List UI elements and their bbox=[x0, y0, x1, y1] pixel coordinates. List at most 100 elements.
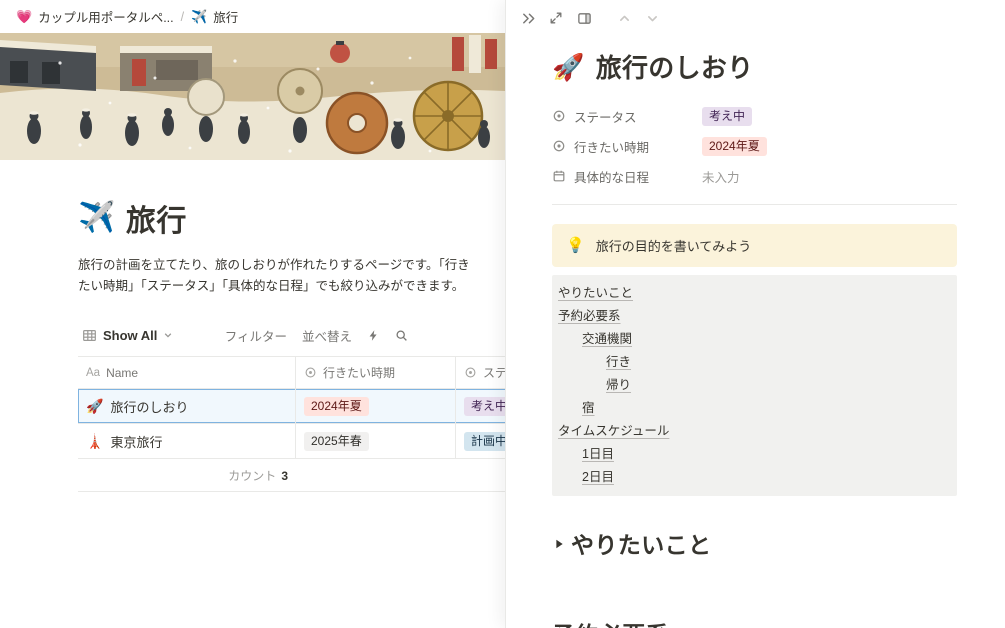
property-value-period[interactable]: 2024年夏 bbox=[702, 136, 767, 156]
property-label: ステータス bbox=[574, 110, 637, 125]
status-property-icon bbox=[552, 109, 566, 123]
cover-image[interactable] bbox=[0, 33, 505, 160]
toc-item: 交通機関 bbox=[558, 328, 951, 351]
tokyo-tower-icon: 🗼 bbox=[86, 433, 104, 449]
filter-button[interactable]: フィルター bbox=[225, 326, 287, 345]
callout-block[interactable]: 💡 旅行の目的を書いてみよう bbox=[552, 224, 957, 267]
table-row-shiori[interactable]: 🚀 旅行のしおり 2024年夏 考え中 bbox=[78, 389, 505, 424]
toc-item: 行き bbox=[558, 351, 951, 374]
table-of-contents: やりたいこと 予約必要系 交通機関 行き 帰り 宿 タイムスケジュール 1日目 … bbox=[552, 275, 957, 496]
property-label: 具体的な日程 bbox=[574, 170, 650, 185]
toc-link-yoyaku[interactable]: 予約必要系 bbox=[558, 309, 621, 323]
column-header-status[interactable]: ステータス bbox=[456, 357, 505, 388]
toc-link-yado[interactable]: 宿 bbox=[582, 401, 595, 415]
database-toolbar: Show All フィルター 並べ替え bbox=[78, 319, 408, 351]
breadcrumb-portal-label: カップル用ポータルペ... bbox=[38, 11, 174, 25]
toggle-triangle-icon[interactable] bbox=[552, 537, 566, 551]
page-title-text: 旅行 bbox=[125, 205, 187, 238]
toc-link-day2[interactable]: 2日目 bbox=[582, 470, 614, 484]
breadcrumb: 💗 カップル用ポータルペ... / ✈️ 旅行 bbox=[0, 0, 505, 33]
property-value-status[interactable]: 考え中 bbox=[702, 106, 753, 126]
view-tab-label: Show All bbox=[103, 327, 158, 343]
text-property-icon: Aa bbox=[86, 366, 101, 379]
cell-status[interactable]: 考え中 bbox=[456, 389, 505, 423]
view-tab-show-all[interactable]: Show All bbox=[78, 325, 177, 346]
table-footer: カウント 3 bbox=[78, 459, 505, 492]
main-content: ✈️ 旅行 旅行の計画を立てたり、旅のしおりが作れたりするページです。「行きたい… bbox=[0, 196, 505, 492]
toc-item: タイムスケジュール bbox=[558, 420, 951, 443]
toc-link-schedule[interactable]: タイムスケジュール bbox=[558, 424, 669, 438]
previous-record-icon[interactable] bbox=[611, 5, 637, 31]
tag-considering: 考え中 bbox=[702, 106, 753, 126]
table-view-icon bbox=[82, 328, 97, 343]
callout-text: 旅行の目的を書いてみよう bbox=[595, 239, 752, 254]
property-key-status[interactable]: ステータス bbox=[552, 107, 702, 126]
peek-page-title: 🚀 旅行のしおり bbox=[552, 48, 957, 85]
cell-status[interactable]: 計画中 bbox=[456, 424, 505, 458]
next-record-icon[interactable] bbox=[639, 5, 665, 31]
heading-yaritai-text: やりたいこと bbox=[571, 532, 712, 558]
side-peek-layout-icon[interactable] bbox=[571, 5, 597, 31]
breadcrumb-travel-label: 旅行 bbox=[213, 11, 239, 25]
ukiyoe-snow-scene-illustration bbox=[0, 33, 505, 160]
cell-name[interactable]: 🚀 旅行のしおり bbox=[78, 389, 296, 423]
app-window: 💗 カップル用ポータルペ... / ✈️ 旅行 ✈️ 旅行 旅行の計画を立てたり… bbox=[0, 0, 1005, 628]
status-property-icon bbox=[464, 366, 477, 379]
toc-item: 2日目 bbox=[558, 466, 951, 489]
search-icon[interactable] bbox=[395, 329, 408, 342]
property-key-date[interactable]: 具体的な日程 bbox=[552, 167, 702, 186]
property-key-period[interactable]: 行きたい時期 bbox=[552, 137, 702, 156]
breadcrumb-item-travel[interactable]: ✈️ 旅行 bbox=[185, 4, 244, 29]
tag-2024-summer: 2024年夏 bbox=[304, 396, 369, 416]
column-header-period[interactable]: 行きたい時期 bbox=[296, 357, 456, 388]
row-count[interactable]: カウント 3 bbox=[78, 467, 296, 484]
page-link[interactable]: 東京旅行 bbox=[110, 432, 162, 451]
table-row-tokyo[interactable]: 🗼 東京旅行 2025年春 計画中 bbox=[78, 424, 505, 459]
property-row-date: 具体的な日程 未入力 bbox=[552, 161, 957, 191]
cell-period[interactable]: 2025年春 bbox=[296, 424, 456, 458]
property-value-date-empty[interactable]: 未入力 bbox=[702, 167, 740, 186]
peek-body: 🚀 旅行のしおり ステータス 考え中 行きたい時期 2024年夏 具体的な日程 … bbox=[506, 36, 1005, 628]
airplane-page-icon[interactable]: ✈️ bbox=[78, 203, 116, 233]
property-list: ステータス 考え中 行きたい時期 2024年夏 具体的な日程 未入力 bbox=[552, 101, 957, 191]
side-peek-panel: 🚀 旅行のしおり ステータス 考え中 行きたい時期 2024年夏 具体的な日程 … bbox=[505, 0, 1005, 628]
lightbulb-icon: 💡 bbox=[566, 237, 585, 254]
peek-toolbar bbox=[506, 0, 1005, 36]
select-property-icon bbox=[552, 139, 566, 153]
date-property-icon bbox=[552, 169, 566, 183]
cell-period[interactable]: 2024年夏 bbox=[296, 389, 456, 423]
toc-link-day1[interactable]: 1日目 bbox=[582, 447, 614, 461]
property-row-status: ステータス 考え中 bbox=[552, 101, 957, 131]
peek-page-title-text[interactable]: 旅行のしおり bbox=[596, 48, 754, 85]
column-header-name-label: Name bbox=[106, 365, 139, 380]
page-description: 旅行の計画を立てたり、旅のしおりが作れたりするページです。「行きたい時期」「ステ… bbox=[78, 258, 470, 293]
heading-yoyaku: 予約必要系 bbox=[552, 616, 957, 628]
column-header-name[interactable]: Aa Name bbox=[78, 357, 296, 388]
rocket-icon: 🚀 bbox=[86, 398, 104, 414]
database-table: Aa Name 行きたい時期 ステータス bbox=[78, 356, 505, 492]
page-title: ✈️ 旅行 bbox=[78, 196, 505, 240]
toc-link-kaeri[interactable]: 帰り bbox=[606, 378, 631, 392]
property-label: 行きたい時期 bbox=[574, 140, 650, 155]
tag-considering: 考え中 bbox=[464, 396, 505, 416]
tag-planning: 計画中 bbox=[464, 431, 505, 451]
close-peek-icon[interactable] bbox=[515, 5, 541, 31]
select-property-icon bbox=[304, 366, 317, 379]
page-link[interactable]: 旅行のしおり bbox=[110, 397, 188, 416]
cell-name[interactable]: 🗼 東京旅行 bbox=[78, 424, 296, 458]
rocket-page-icon[interactable]: 🚀 bbox=[552, 54, 585, 80]
breadcrumb-item-portal[interactable]: 💗 カップル用ポータルペ... bbox=[10, 4, 180, 29]
lightning-icon[interactable] bbox=[367, 329, 380, 342]
toc-link-koutsu[interactable]: 交通機関 bbox=[582, 332, 632, 346]
column-header-status-label: ステータス bbox=[483, 366, 505, 380]
toc-item: 宿 bbox=[558, 397, 951, 420]
properties-divider bbox=[552, 204, 957, 205]
count-value: 3 bbox=[281, 468, 288, 483]
toc-link-iki[interactable]: 行き bbox=[606, 355, 631, 369]
toc-link-yaritai[interactable]: やりたいこと bbox=[558, 286, 633, 300]
sort-button[interactable]: 並べ替え bbox=[302, 326, 352, 345]
table-header-row: Aa Name 行きたい時期 ステータス bbox=[78, 356, 505, 389]
chevron-down-icon bbox=[163, 330, 173, 340]
breadcrumb-separator: / bbox=[180, 9, 185, 24]
expand-page-icon[interactable] bbox=[543, 5, 569, 31]
